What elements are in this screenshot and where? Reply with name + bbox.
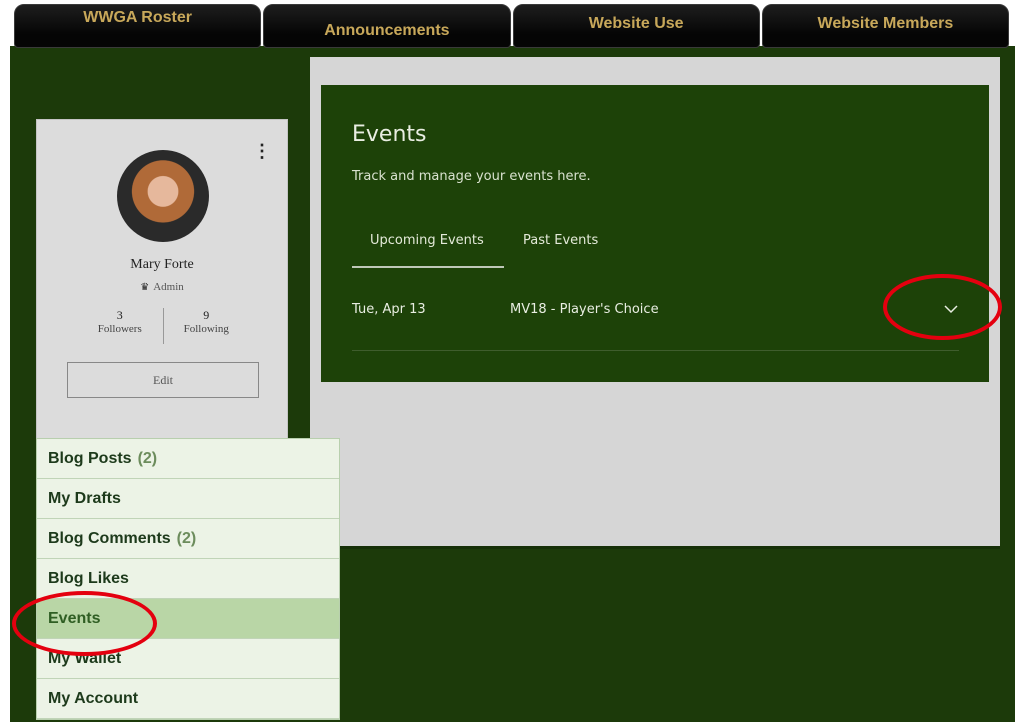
- profile-role-label: Admin: [153, 281, 184, 293]
- annotation-circle-events: [12, 591, 157, 656]
- menu-item-my-drafts[interactable]: My Drafts: [37, 479, 339, 519]
- following-label: Following: [183, 323, 229, 335]
- annotation-circle-chevron: [883, 274, 1002, 340]
- nav-announcements[interactable]: Announcements: [263, 4, 511, 48]
- nav-website-members[interactable]: Website Members: [761, 4, 1009, 48]
- followers-count: 3: [116, 308, 123, 322]
- more-options-icon[interactable]: ⋮: [253, 142, 271, 160]
- active-tab-indicator: [352, 266, 504, 268]
- profile-stats: 3 Followers 9 Following: [77, 308, 249, 344]
- followers-stat[interactable]: 3 Followers: [77, 308, 163, 344]
- profile-role: ♛ Admin: [37, 281, 287, 293]
- followers-label: Followers: [97, 323, 142, 335]
- event-date: Tue, Apr 13: [352, 302, 426, 317]
- top-nav: WWGA Roster Announcements Website Use We…: [14, 4, 1009, 50]
- menu-item-label: Blog Likes: [48, 569, 129, 587]
- events-panel: Events Track and manage your events here…: [321, 85, 989, 382]
- menu-item-count: (2): [137, 449, 158, 467]
- page-title: Events: [352, 122, 427, 147]
- following-stat[interactable]: 9 Following: [164, 308, 250, 344]
- menu-item-label: Blog Comments: [48, 529, 171, 547]
- crown-icon: ♛: [140, 282, 150, 293]
- page-subtitle: Track and manage your events here.: [352, 169, 591, 184]
- profile-card: ⋮ Mary Forte ♛ Admin 3 Followers 9 Follow…: [36, 119, 288, 454]
- menu-item-label: My Account: [48, 689, 139, 707]
- menu-item-label: Blog Posts: [48, 449, 132, 467]
- menu-item-count: (2): [176, 529, 197, 547]
- menu-item-blog-posts[interactable]: Blog Posts (2): [37, 439, 339, 479]
- tab-past-events[interactable]: Past Events: [523, 233, 598, 248]
- menu-item-label: My Drafts: [48, 489, 121, 507]
- edit-profile-button[interactable]: Edit: [67, 362, 259, 398]
- tab-upcoming-events[interactable]: Upcoming Events: [370, 233, 484, 248]
- nav-website-use[interactable]: Website Use: [512, 4, 760, 48]
- nav-wwga-roster[interactable]: WWGA Roster: [14, 4, 262, 48]
- event-divider: [352, 350, 959, 351]
- menu-item-blog-comments[interactable]: Blog Comments (2): [37, 519, 339, 559]
- profile-name: Mary Forte: [130, 257, 194, 272]
- avatar: [117, 150, 209, 242]
- following-count: 9: [203, 308, 210, 322]
- event-name[interactable]: MV18 - Player's Choice: [510, 302, 659, 317]
- menu-item-my-account[interactable]: My Account: [37, 679, 339, 719]
- side-menu: Blog Posts (2) My Drafts Blog Comments (…: [36, 438, 340, 720]
